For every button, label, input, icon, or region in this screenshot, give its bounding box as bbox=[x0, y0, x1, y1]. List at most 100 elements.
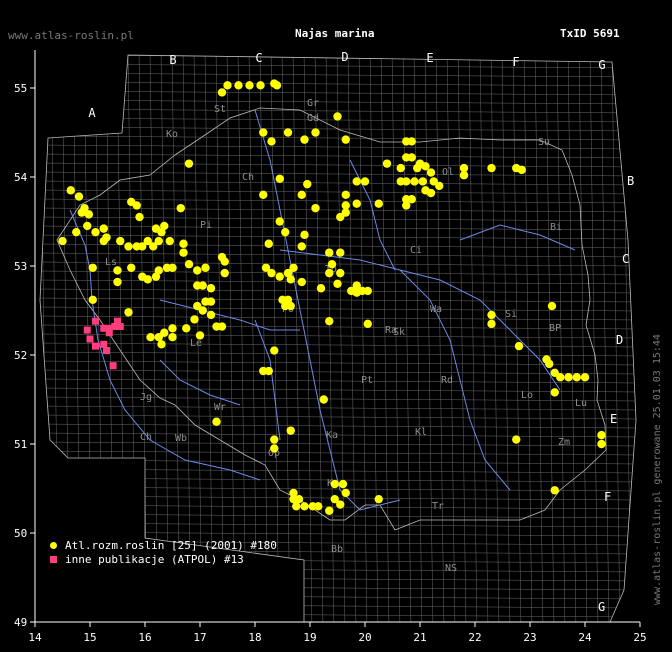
region-code-label: Gr bbox=[307, 98, 319, 109]
generated-credit: www.atlas-roslin.pl generowane 25.01.03 … bbox=[652, 334, 663, 605]
occurrence-point bbox=[184, 260, 194, 269]
occurrence-point bbox=[179, 239, 188, 248]
occurrence-point bbox=[77, 208, 86, 217]
occurrence-point bbox=[168, 263, 177, 272]
occurrence-point bbox=[160, 221, 169, 231]
region-code-label: Rd bbox=[441, 375, 453, 386]
occurrence-point bbox=[514, 341, 524, 351]
occurrence-point bbox=[382, 159, 392, 168]
occurrence-point bbox=[88, 295, 97, 305]
occurrence-point bbox=[275, 217, 284, 226]
occurrence-point bbox=[327, 260, 337, 269]
region-code-label: Su bbox=[538, 137, 550, 148]
y-tick-label: 49 bbox=[14, 616, 27, 629]
x-tick-label: 20 bbox=[358, 631, 371, 644]
y-tick-label: 50 bbox=[14, 527, 27, 540]
occurrence-point bbox=[217, 322, 227, 331]
x-axis: 14 15 16 17 18 19 20 21 22 23 24 25 bbox=[28, 621, 647, 644]
region-code-label: Sk bbox=[393, 327, 405, 338]
occurrence-point bbox=[267, 137, 276, 146]
occurrence-point bbox=[116, 236, 125, 246]
occurrence-point bbox=[168, 324, 177, 333]
occurrence-point bbox=[283, 128, 293, 137]
occurrence-point bbox=[360, 177, 370, 186]
occurrence-point bbox=[154, 266, 163, 275]
occurrence-point bbox=[407, 137, 416, 146]
occurrence-point bbox=[234, 81, 243, 90]
region-code-label: Ls bbox=[105, 257, 117, 268]
atpol-record-point bbox=[105, 329, 113, 337]
occurrence-point bbox=[297, 190, 306, 199]
grid-zone-letter: G bbox=[598, 58, 605, 72]
region-code-label: Wb bbox=[175, 433, 187, 444]
occurrence-point bbox=[58, 236, 67, 246]
occurrence-point bbox=[487, 163, 496, 173]
occurrence-point bbox=[135, 212, 144, 222]
occurrence-point bbox=[407, 153, 416, 162]
occurrence-point bbox=[157, 340, 166, 349]
grid-zone-letter: C bbox=[255, 51, 262, 65]
atpol-record-point bbox=[109, 362, 117, 370]
x-tick-label: 19 bbox=[303, 631, 316, 644]
grid-zone-letter: F bbox=[512, 55, 519, 69]
species-title: Najas marina bbox=[295, 27, 375, 40]
taxon-id: TxID 5691 bbox=[560, 27, 620, 40]
occurrence-point bbox=[217, 88, 227, 97]
occurrence-point bbox=[259, 128, 268, 137]
occurrence-point bbox=[336, 212, 345, 222]
occurrence-point bbox=[124, 242, 133, 251]
atpol-record-point bbox=[100, 340, 108, 348]
grid-zone-letter: E bbox=[426, 51, 433, 65]
occurrence-point bbox=[198, 281, 207, 290]
occurrence-point bbox=[283, 295, 293, 305]
region-code-label: Tr bbox=[432, 501, 444, 512]
x-tick-label: 15 bbox=[83, 631, 96, 644]
occurrence-point bbox=[99, 224, 108, 233]
occurrence-point bbox=[300, 230, 309, 240]
occurrence-point bbox=[297, 277, 306, 287]
region-code-label: Si bbox=[505, 309, 517, 320]
legend-circle-icon bbox=[50, 542, 57, 549]
occurrence-point bbox=[83, 221, 92, 231]
y-tick-label: 51 bbox=[14, 438, 27, 451]
occurrence-point bbox=[272, 81, 282, 90]
region-code-label: Jg bbox=[140, 392, 152, 403]
y-tick-label: 52 bbox=[14, 349, 27, 362]
legend-label: inne publikacje (ATPOL) #13 bbox=[65, 553, 244, 566]
occurrence-point bbox=[352, 288, 361, 297]
occurrence-point bbox=[245, 81, 254, 90]
grid-zone-letter: E bbox=[610, 412, 617, 426]
occurrence-point bbox=[352, 177, 361, 186]
occurrence-point bbox=[325, 316, 334, 326]
occurrence-point bbox=[286, 426, 295, 435]
region-code-label: Ol bbox=[442, 167, 454, 178]
region-code-label: Ci bbox=[410, 245, 422, 256]
occurrence-point bbox=[206, 284, 216, 293]
occurrence-point bbox=[223, 81, 232, 90]
region-code-label: Wa bbox=[430, 304, 442, 315]
occurrence-point bbox=[325, 268, 334, 278]
region-code-label: Ko bbox=[166, 129, 178, 140]
grid-zone-letter: D bbox=[616, 333, 623, 347]
grid-zone-letter: B bbox=[627, 174, 634, 188]
x-tick-label: 22 bbox=[468, 631, 481, 644]
occurrence-point bbox=[311, 203, 320, 213]
y-tick-label: 54 bbox=[14, 171, 28, 184]
occurrence-point bbox=[487, 319, 496, 329]
occurrence-point bbox=[146, 333, 155, 342]
region-code-label: Zm bbox=[558, 437, 570, 448]
occurrence-point bbox=[336, 500, 345, 509]
occurrence-point bbox=[179, 248, 188, 257]
atpol-record-point bbox=[103, 347, 110, 355]
occurrence-point bbox=[91, 227, 100, 237]
occurrence-point bbox=[303, 179, 312, 189]
occurrence-point bbox=[338, 479, 348, 489]
region-code-label: Le bbox=[190, 338, 202, 349]
region-code-label: St bbox=[214, 104, 226, 115]
region-code-label: Bb bbox=[331, 544, 343, 555]
occurrence-point bbox=[341, 488, 350, 498]
occurrence-point bbox=[487, 310, 496, 320]
occurrence-point bbox=[418, 177, 427, 186]
occurrence-point bbox=[256, 81, 265, 90]
occurrence-point bbox=[580, 373, 590, 382]
